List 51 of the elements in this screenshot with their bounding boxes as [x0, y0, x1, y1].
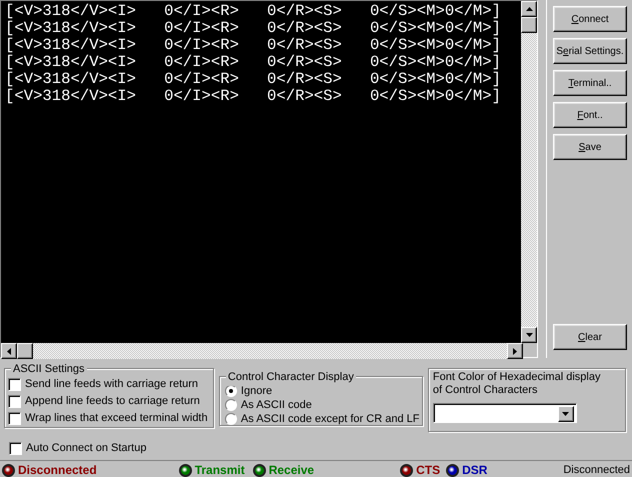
scroll-thumb[interactable]: [521, 17, 537, 33]
down-arrow-icon: [526, 333, 532, 337]
terminal-line: [<V>318</V><I> 0</I><R> 0</R><S> 0</S><M>0</M>]: [5, 71, 501, 88]
dropdown-button[interactable]: [558, 406, 574, 422]
checkbox[interactable]: [8, 412, 21, 424]
indicator-label: CTS: [415, 462, 442, 477]
right-arrow-icon: [513, 348, 517, 354]
radio-button[interactable]: [224, 399, 237, 411]
horizontal-scrollbar[interactable]: [1, 343, 523, 359]
group-title: ASCII Settings: [11, 361, 87, 378]
terminal-output[interactable]: [1, 1, 521, 343]
checkbox[interactable]: [8, 394, 21, 408]
scroll-right-button[interactable]: [507, 343, 523, 359]
down-arrow-icon: [562, 412, 570, 416]
checkbox-label: Wrap lines that exceed terminal width: [25, 410, 208, 426]
group-title: Control Character Display: [226, 369, 356, 386]
scroll-thumb[interactable]: [17, 343, 33, 359]
terminal-line: [<V>318</V><I> 0</I><R> 0</R><S> 0</S><M>0</M>]: [5, 37, 501, 54]
terminal-line: [<V>318</V><I> 0</I><R> 0</R><S> 0</S><M>0</M>]: [5, 54, 501, 71]
font-color-label: Font Color of Hexadecimal display of Control Characters: [432, 371, 602, 397]
font-color-dropdown[interactable]: [432, 403, 577, 423]
toolbar-button[interactable]: Save: [553, 134, 627, 160]
radio-label: Ignore: [240, 384, 272, 399]
indicator-label: Receive: [268, 462, 316, 477]
vertical-scrollbar[interactable]: [521, 1, 537, 343]
checkbox[interactable]: [9, 442, 22, 454]
toolbar-button[interactable]: Serial Settings.: [553, 38, 627, 64]
up-arrow-icon: [526, 7, 532, 11]
scroll-up-button[interactable]: [521, 1, 537, 17]
toolbar-button[interactable]: Font..: [553, 102, 627, 128]
checkbox[interactable]: [8, 378, 21, 390]
radio-label: As ASCII code: [240, 398, 312, 413]
scroll-left-button[interactable]: [1, 343, 17, 359]
terminal-line: [<V>318</V><I> 0</I><R> 0</R><S> 0</S><M>0</M>]: [5, 88, 501, 105]
indicator-label: Disconnected: [17, 462, 98, 477]
indicator-label: DSR: [461, 462, 488, 477]
toolbar-button[interactable]: Terminal..: [553, 70, 627, 96]
clear-button[interactable]: Clear: [553, 324, 627, 350]
checkbox-label: Auto Connect on Startup: [26, 440, 146, 456]
radio-label: As ASCII code except for CR and LF: [240, 412, 420, 427]
scroll-down-button[interactable]: [521, 327, 537, 343]
checkbox-label: Send line feeds with carriage return: [25, 376, 198, 392]
checkbox-label: Append line feeds to carriage return: [25, 394, 200, 409]
terminal-line: [<V>318</V><I> 0</I><R> 0</R><S> 0</S><M>0</M>]: [5, 20, 501, 37]
status-text: Disconnected: [563, 462, 630, 477]
radio-button[interactable]: [224, 413, 237, 425]
indicator-label: Transmit: [194, 462, 246, 477]
left-arrow-icon: [7, 348, 11, 354]
toolbar-button[interactable]: Connect: [553, 6, 627, 32]
terminal-line: [<V>318</V><I> 0</I><R> 0</R><S> 0</S><M>0</M>]: [5, 3, 501, 20]
radio-button[interactable]: [224, 385, 237, 397]
